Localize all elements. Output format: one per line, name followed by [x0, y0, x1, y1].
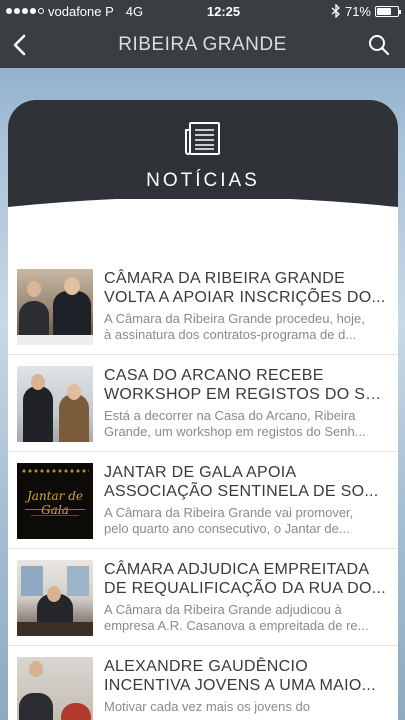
news-title: CASA DO ARCANO RECEBE WORKSHOP EM REGIST… [104, 367, 388, 403]
news-item[interactable]: CÂMARA ADJUDICA EMPREITADA DE REQUALIFIC… [8, 549, 398, 646]
search-icon[interactable] [367, 33, 391, 57]
news-list: CÂMARA DA RIBEIRA GRANDE VOLTA A APOIAR … [8, 258, 398, 720]
news-summary: Motivar cada vez mais os jovens do [104, 699, 310, 714]
news-thumbnail [17, 657, 93, 720]
clock: 12:25 [206, 3, 241, 19]
news-thumbnail [17, 269, 93, 345]
news-item[interactable]: Jantar de Gala JANTAR DE GALA APOIA ASSO… [8, 452, 398, 549]
news-item[interactable]: ALEXANDRE GAUDÊNCIO INCENTIVA JOVENS A U… [8, 646, 398, 720]
news-title: CÂMARA ADJUDICA EMPREITADA DE REQUALIFIC… [104, 561, 386, 597]
battery-percent: 71% [344, 3, 371, 19]
newspaper-icon [185, 122, 220, 155]
carrier-name: vodafone P [48, 3, 114, 19]
gala-logo: Jantar de Gala [26, 489, 83, 517]
news-summary: A Câmara da Ribeira Grande vai promover,… [104, 505, 354, 536]
bluetooth-icon [331, 4, 340, 18]
news-title: JANTAR DE GALA APOIA ASSOCIAÇÃO SENTINEL… [104, 464, 379, 500]
section-title: NOTÍCIAS [146, 170, 260, 191]
status-bar: vodafone P 4G 12:25 71% [0, 0, 405, 22]
news-header: NOTÍCIAS [8, 100, 398, 249]
news-item[interactable]: CÂMARA DA RIBEIRA GRANDE VOLTA A APOIAR … [8, 258, 398, 355]
signal-strength-icon [6, 8, 44, 14]
header-wave [8, 199, 398, 249]
news-thumbnail [17, 366, 93, 442]
battery-icon [375, 5, 401, 17]
news-title: CÂMARA DA RIBEIRA GRANDE VOLTA A APOIAR … [104, 270, 386, 306]
news-summary: A Câmara da Ribeira Grande procedeu, hoj… [104, 311, 365, 342]
news-thumbnail [17, 560, 93, 636]
page-title: RIBEIRA GRANDE [118, 34, 287, 55]
chevron-left-icon[interactable] [8, 32, 34, 58]
navigation-bar: RIBEIRA GRANDE [0, 22, 405, 68]
news-item[interactable]: CASA DO ARCANO RECEBE WORKSHOP EM REGIST… [8, 355, 398, 452]
news-title: ALEXANDRE GAUDÊNCIO INCENTIVA JOVENS A U… [104, 658, 376, 694]
news-summary: Está a decorrer na Casa do Arcano, Ribei… [104, 408, 366, 439]
news-summary: A Câmara da Ribeira Grande adjudicou à e… [104, 602, 369, 633]
news-thumbnail: Jantar de Gala [17, 463, 93, 539]
news-card: NOTÍCIAS CÂMARA DA RIBEIRA GRANDE VOLTA … [8, 100, 398, 720]
